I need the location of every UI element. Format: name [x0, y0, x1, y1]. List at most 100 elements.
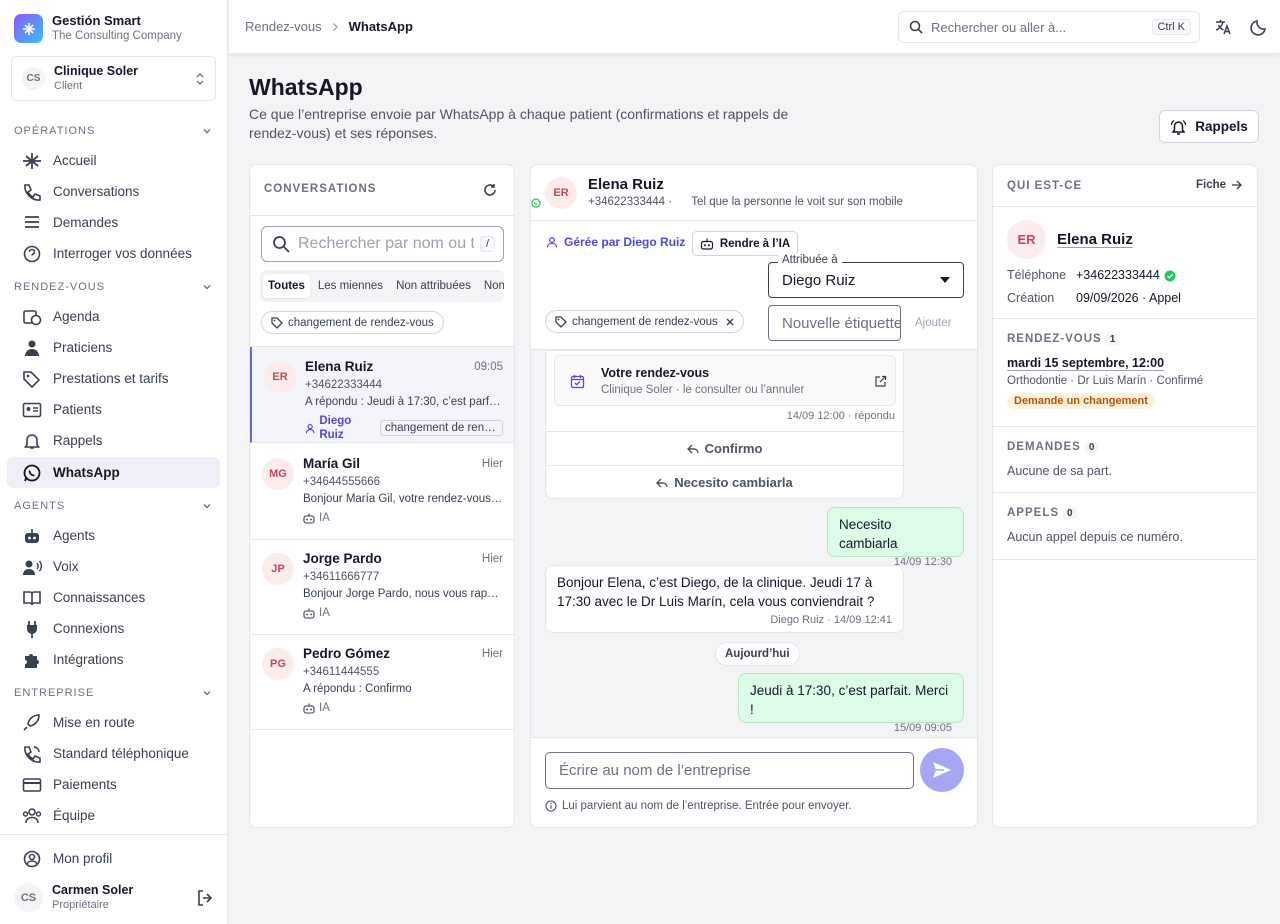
- nav-praticiens[interactable]: Praticiens: [7, 332, 220, 363]
- nav-connexions[interactable]: Connexions: [7, 613, 220, 644]
- nav-paiements[interactable]: Paiements: [7, 769, 220, 800]
- nav-miseenroute[interactable]: Mise en route: [7, 707, 220, 738]
- nav-connaissances[interactable]: Connaissances: [7, 582, 220, 613]
- contact-avatar: ER: [1007, 220, 1046, 259]
- nav-paiements-label: Paiements: [53, 777, 117, 792]
- book-icon: [23, 590, 41, 605]
- nav-accueil[interactable]: Accueil: [7, 145, 220, 176]
- user-menu[interactable]: CS Carmen Soler Propriétaire: [14, 882, 214, 913]
- conversation-item[interactable]: ER Elena Ruiz 09:05 +34622333444 A répon…: [250, 347, 514, 443]
- nav-prestations[interactable]: Prestations et tarifs: [7, 363, 220, 394]
- nav-conversations[interactable]: Conversations: [7, 176, 220, 207]
- message-incoming: Bonjour Elena, c’est Diego, de la cliniq…: [545, 565, 904, 633]
- tab-non-lues[interactable]: Non lues: [479, 274, 504, 298]
- give-to-ai-button[interactable]: Rendre à l’IA: [692, 231, 798, 256]
- template-button-confirmo[interactable]: Confirmo: [546, 431, 903, 465]
- rappels-button[interactable]: Rappels: [1159, 110, 1259, 143]
- contact-header: QUI EST-CE Fiche: [993, 165, 1257, 207]
- nav-whatsapp[interactable]: WhatsApp: [7, 457, 220, 488]
- composer: Écrire au nom de l’entreprise Lui parvie…: [531, 737, 977, 827]
- assignee-select[interactable]: Attribuée à Diego Ruiz: [768, 254, 964, 298]
- avatar: MG: [262, 458, 294, 490]
- section-rdv[interactable]: RENDEZ-VOUS: [14, 281, 212, 293]
- template-button-cambiar[interactable]: Necesito cambiarla: [546, 465, 903, 499]
- brand[interactable]: Gestión Smart The Consulting Company: [14, 13, 182, 44]
- global-search-placeholder: Rechercher ou aller à...: [931, 19, 1067, 35]
- section-entreprise[interactable]: ENTREPRISE: [14, 687, 212, 699]
- nav-patients[interactable]: Patients: [7, 394, 220, 425]
- conversation-search[interactable]: Rechercher par nom ou téléphone /: [261, 226, 504, 262]
- section-rdv-label: RENDEZ-VOUS: [14, 281, 106, 293]
- nav-voix[interactable]: Voix: [7, 551, 220, 582]
- appointment-detail: Orthodontie · Dr Luis Marín · Confirmé: [1007, 375, 1204, 387]
- tab-miennes[interactable]: Les miennes: [313, 274, 388, 298]
- section-agents[interactable]: AGENTS: [14, 500, 212, 512]
- brand-subtitle: The Consulting Company: [52, 30, 182, 42]
- tab-toutes[interactable]: Toutes: [263, 274, 310, 298]
- created-label: Création: [1007, 291, 1055, 305]
- brand-name: Gestión Smart: [52, 13, 141, 28]
- conversation-meta: IA: [303, 701, 503, 715]
- nav-agenda[interactable]: Agenda: [7, 301, 220, 332]
- nav-demandes[interactable]: Demandes: [7, 207, 220, 238]
- nav-interroger[interactable]: Interroger vos données: [7, 238, 220, 269]
- nav-conversations-label: Conversations: [53, 184, 140, 199]
- new-tag-input[interactable]: Nouvelle étiquette: [768, 305, 901, 341]
- external-link-icon[interactable]: [874, 375, 887, 388]
- tab-non-attribuees[interactable]: Non attribuées: [391, 274, 476, 298]
- nav-integrations[interactable]: Intégrations: [7, 644, 220, 675]
- nav-profil-label: Mon profil: [53, 851, 113, 866]
- org-switcher[interactable]: CS Clinique Soler Client: [11, 56, 216, 101]
- nav-connaissances-label: Connaissances: [53, 590, 146, 605]
- breadcrumb-rdv[interactable]: Rendez-vous: [245, 19, 322, 34]
- close-icon[interactable]: [726, 318, 734, 326]
- conversation-item[interactable]: PG Pedro Gómez Hier +34611444555 A répon…: [250, 634, 514, 730]
- conversation-item[interactable]: MG María Gil Hier +34644555666 Bonjour M…: [250, 444, 514, 540]
- conversation-item[interactable]: JP Jorge Pardo Hier +34611666777 Bonjour…: [250, 539, 514, 635]
- assignee-badge: Diego Ruiz: [305, 414, 375, 442]
- section-operations[interactable]: OPÉRATIONS: [14, 125, 212, 137]
- contact-header-title: QUI EST-CE: [1007, 180, 1083, 192]
- add-tag-button[interactable]: Ajouter: [915, 317, 951, 329]
- calls-section: APPELS 0 Aucun appel depuis ce numéro.: [993, 493, 1257, 560]
- requests-header: DEMANDES 0: [1007, 441, 1099, 453]
- logout-icon[interactable]: [196, 889, 214, 907]
- nav-equipe[interactable]: Équipe: [7, 800, 220, 831]
- ai-badge: IA: [319, 607, 330, 619]
- tag-icon: [271, 316, 283, 329]
- moon-icon[interactable]: [1250, 18, 1268, 36]
- send-button[interactable]: [920, 748, 964, 792]
- translate-icon[interactable]: [1214, 18, 1232, 36]
- calls-title: APPELS: [1007, 507, 1060, 519]
- brand-logo: [14, 14, 43, 43]
- appointment-link[interactable]: mardi 15 septembre, 12:00: [1007, 356, 1164, 370]
- refresh-icon[interactable]: [483, 183, 497, 197]
- conversation-phone: +34622333444: [305, 379, 383, 391]
- nav-standard[interactable]: Standard téléphonique: [7, 738, 220, 769]
- chat-phone-line: +34622333444 · Tel que la personne le vo…: [588, 196, 903, 208]
- contact-panel: QUI EST-CE Fiche ER Elena Ruiz Téléphone…: [992, 164, 1258, 828]
- nav-agents[interactable]: Agents: [7, 520, 220, 551]
- global-search[interactable]: Rechercher ou aller à... Ctrl K: [898, 11, 1200, 43]
- template-card[interactable]: Votre rendez-vous Clinique Soler · le co…: [554, 355, 896, 406]
- caret-down-icon: [940, 277, 950, 283]
- chat-phone-note: Tel que la personne le voit sur son mobi…: [691, 196, 903, 208]
- nav-agenda-label: Agenda: [53, 309, 100, 324]
- contact-phone-row: Téléphone +34622333444: [1007, 268, 1247, 283]
- message-outgoing: Necesito cambiarla 14/09 12:30: [827, 507, 964, 568]
- search-icon: [273, 236, 290, 253]
- requests-title: DEMANDES: [1007, 441, 1081, 453]
- conversation-meta: IA: [303, 606, 503, 620]
- chat-panel: ER Elena Ruiz +34622333444 · Tel que la …: [530, 164, 978, 828]
- requests-count: 0: [1084, 442, 1099, 453]
- nav-profil[interactable]: Mon profil: [7, 843, 220, 874]
- message-input[interactable]: Écrire au nom de l’entreprise: [545, 752, 914, 789]
- conversation-meta: IA: [303, 511, 503, 525]
- fiche-link[interactable]: Fiche: [1196, 179, 1242, 191]
- nav-standard-label: Standard téléphonique: [53, 746, 189, 761]
- conversation-preview: Bonjour Jorge Pardo, nous vous rappelons…: [303, 588, 503, 600]
- filter-chip[interactable]: changement de rendez-vous: [261, 311, 444, 334]
- contact-name-link[interactable]: Elena Ruiz: [1057, 231, 1133, 248]
- rappels-button-label: Rappels: [1195, 119, 1248, 134]
- nav-rappels[interactable]: Rappels: [7, 425, 220, 456]
